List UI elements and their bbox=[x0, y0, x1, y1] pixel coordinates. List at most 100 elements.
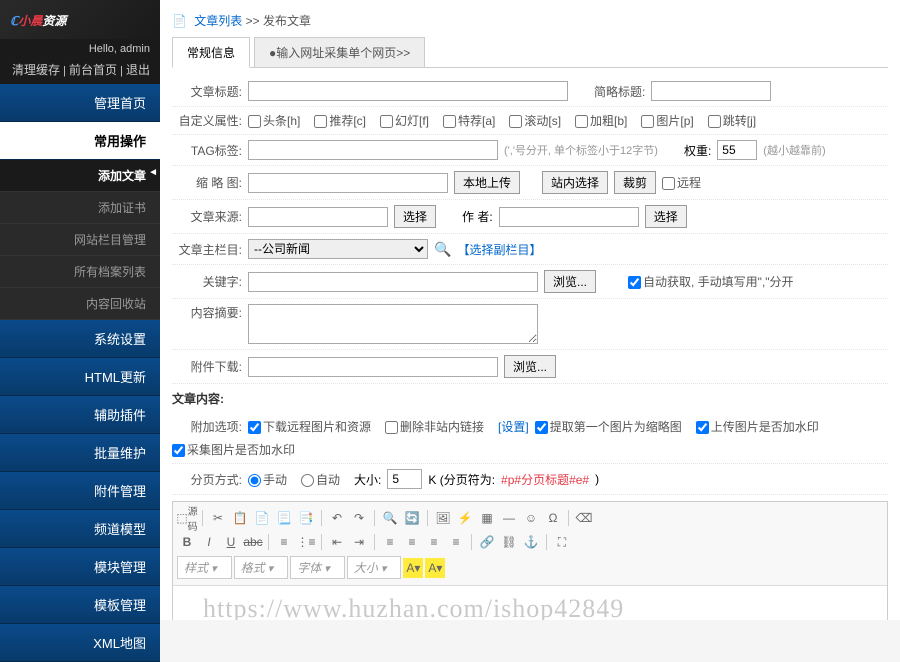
remote-checkbox[interactable] bbox=[662, 177, 675, 190]
eraser-icon[interactable]: ⌫ bbox=[574, 508, 594, 528]
paste-word-icon[interactable]: 📑 bbox=[296, 508, 316, 528]
find-icon[interactable]: 🔍 bbox=[380, 508, 400, 528]
nav-xml[interactable]: XML地图 bbox=[0, 624, 160, 662]
clear-cache-link[interactable]: 清理缓存 bbox=[12, 63, 60, 77]
table-icon[interactable]: ▦ bbox=[477, 508, 497, 528]
nav-site-column[interactable]: 网站栏目管理 bbox=[0, 224, 160, 256]
size-select[interactable]: 大小 ▾ bbox=[347, 556, 402, 579]
nav-module[interactable]: 模块管理 bbox=[0, 548, 160, 586]
editor-body[interactable]: https://www.huzhan.com/ishop42849 bbox=[173, 586, 887, 620]
nav-batch[interactable]: 批量维护 bbox=[0, 434, 160, 472]
align-left-icon[interactable]: ≡ bbox=[380, 532, 400, 552]
attr-recommend[interactable] bbox=[314, 115, 327, 128]
auto-keyword-checkbox[interactable] bbox=[628, 276, 641, 289]
nav-recycle[interactable]: 内容回收站 bbox=[0, 288, 160, 320]
textcolor-icon[interactable]: A▾ bbox=[403, 558, 423, 578]
replace-icon[interactable]: 🔄 bbox=[402, 508, 422, 528]
attr-bold[interactable] bbox=[575, 115, 588, 128]
page-manual-radio[interactable] bbox=[248, 474, 261, 487]
nav-plugin[interactable]: 辅助插件 bbox=[0, 396, 160, 434]
magnify-icon[interactable]: 🔍 bbox=[434, 241, 451, 258]
attr-scroll[interactable] bbox=[509, 115, 522, 128]
source-select-button[interactable]: 选择 bbox=[394, 205, 436, 228]
tab-url-collect[interactable]: ●输入网址采集单个网页>> bbox=[254, 37, 425, 67]
breadcrumb-list[interactable]: 文章列表 bbox=[194, 14, 242, 28]
tag-input[interactable] bbox=[248, 140, 498, 160]
undo-icon[interactable]: ↶ bbox=[327, 508, 347, 528]
opt-upload-wm[interactable] bbox=[696, 421, 709, 434]
site-select-button[interactable]: 站内选择 bbox=[542, 171, 608, 194]
page-auto-radio[interactable] bbox=[301, 474, 314, 487]
align-justify-icon[interactable]: ≡ bbox=[446, 532, 466, 552]
select-sub-column[interactable]: 【选择副栏目】 bbox=[457, 241, 541, 258]
strike-icon[interactable]: abc bbox=[243, 532, 263, 552]
bgcolor-icon[interactable]: A▾ bbox=[425, 558, 445, 578]
font-select[interactable]: 字体 ▾ bbox=[290, 556, 345, 579]
flash-icon[interactable]: ⚡ bbox=[455, 508, 475, 528]
attr-image[interactable] bbox=[641, 115, 654, 128]
keyword-input[interactable] bbox=[248, 272, 538, 292]
thumb-input[interactable] bbox=[248, 173, 448, 193]
ol-icon[interactable]: ≡ bbox=[274, 532, 294, 552]
page-size-input[interactable] bbox=[387, 469, 422, 489]
crop-button[interactable]: 裁剪 bbox=[614, 171, 656, 194]
nav-add-cert[interactable]: 添加证书 bbox=[0, 192, 160, 224]
author-input[interactable] bbox=[499, 207, 639, 227]
nav-channel[interactable]: 频道模型 bbox=[0, 510, 160, 548]
opt-down-remote[interactable] bbox=[248, 421, 261, 434]
align-right-icon[interactable]: ≡ bbox=[424, 532, 444, 552]
setting-link[interactable]: [设置] bbox=[498, 418, 529, 435]
paste-icon[interactable]: 📄 bbox=[252, 508, 272, 528]
attr-slide[interactable] bbox=[380, 115, 393, 128]
download-input[interactable] bbox=[248, 357, 498, 377]
paste-text-icon[interactable]: 📃 bbox=[274, 508, 294, 528]
style-select[interactable]: 样式 ▾ bbox=[177, 556, 232, 579]
summary-textarea[interactable] bbox=[248, 304, 538, 344]
author-select-button[interactable]: 选择 bbox=[645, 205, 687, 228]
cut-icon[interactable]: ✂ bbox=[208, 508, 228, 528]
ul-icon[interactable]: ⋮≡ bbox=[296, 532, 316, 552]
logout-link[interactable]: 退出 bbox=[126, 63, 150, 77]
nav-html[interactable]: HTML更新 bbox=[0, 358, 160, 396]
front-page-link[interactable]: 前台首页 bbox=[69, 63, 117, 77]
title-input[interactable] bbox=[248, 81, 568, 101]
emoji-icon[interactable]: ☺ bbox=[521, 508, 541, 528]
download-browse-button[interactable]: 浏览... bbox=[504, 355, 556, 378]
opt-collect-wm[interactable] bbox=[172, 444, 185, 457]
bold-icon[interactable]: B bbox=[177, 532, 197, 552]
opt-remove-link[interactable] bbox=[385, 421, 398, 434]
nav-system[interactable]: 系统设置 bbox=[0, 320, 160, 358]
source-input[interactable] bbox=[248, 207, 388, 227]
nav-home[interactable]: 管理首页 bbox=[0, 84, 160, 122]
nav-common[interactable]: 常用操作 bbox=[0, 122, 160, 160]
italic-icon[interactable]: I bbox=[199, 532, 219, 552]
attr-headline[interactable] bbox=[248, 115, 261, 128]
format-select[interactable]: 格式 ▾ bbox=[234, 556, 289, 579]
align-center-icon[interactable]: ≡ bbox=[402, 532, 422, 552]
nav-template[interactable]: 模板管理 bbox=[0, 586, 160, 624]
opt-first-thumb[interactable] bbox=[535, 421, 548, 434]
local-upload-button[interactable]: 本地上传 bbox=[454, 171, 520, 194]
source-button[interactable]: ⬚ 源码 bbox=[177, 508, 197, 528]
weight-input[interactable] bbox=[717, 140, 757, 160]
outdent-icon[interactable]: ⇤ bbox=[327, 532, 347, 552]
copy-icon[interactable]: 📋 bbox=[230, 508, 250, 528]
anchor-icon[interactable]: ⚓ bbox=[521, 532, 541, 552]
redo-icon[interactable]: ↷ bbox=[349, 508, 369, 528]
nav-add-article[interactable]: 添加文章 bbox=[0, 160, 160, 192]
nav-attach[interactable]: 附件管理 bbox=[0, 472, 160, 510]
special-icon[interactable]: Ω bbox=[543, 508, 563, 528]
attr-special[interactable] bbox=[443, 115, 456, 128]
indent-icon[interactable]: ⇥ bbox=[349, 532, 369, 552]
image-icon[interactable]: 🖼 bbox=[433, 508, 453, 528]
attr-jump[interactable] bbox=[708, 115, 721, 128]
column-select[interactable]: --公司新闻 bbox=[248, 239, 428, 259]
keyword-browse-button[interactable]: 浏览... bbox=[544, 270, 596, 293]
tab-normal[interactable]: 常规信息 bbox=[172, 37, 250, 68]
link-icon[interactable]: 🔗 bbox=[477, 532, 497, 552]
hr-icon[interactable]: — bbox=[499, 508, 519, 528]
unlink-icon[interactable]: ⛓ bbox=[499, 532, 519, 552]
short-title-input[interactable] bbox=[651, 81, 771, 101]
maximize-icon[interactable]: ⛶ bbox=[552, 532, 572, 552]
underline-icon[interactable]: U bbox=[221, 532, 241, 552]
